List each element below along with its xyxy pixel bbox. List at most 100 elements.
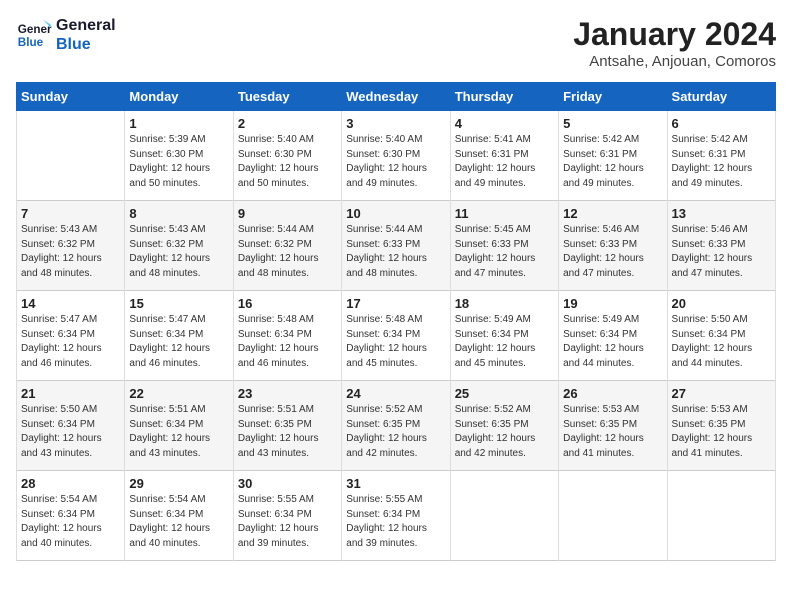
calendar-cell: 17 Sunrise: 5:48 AM Sunset: 6:34 PM Dayli… bbox=[342, 291, 450, 381]
day-info: Sunrise: 5:39 AM Sunset: 6:30 PM Dayligh… bbox=[129, 133, 228, 191]
day-info: Sunrise: 5:44 AM Sunset: 6:32 PM Dayligh… bbox=[238, 223, 337, 281]
day-number: 26 bbox=[563, 386, 662, 401]
calendar-cell: 6 Sunrise: 5:42 AM Sunset: 6:31 PM Daylig… bbox=[667, 111, 775, 201]
calendar-cell: 19Sunrise: 5:49 AM Sunset: 6:34 PM Dayli… bbox=[559, 291, 667, 381]
day-info: Sunrise: 5:42 AM Sunset: 6:31 PM Dayligh… bbox=[563, 133, 662, 191]
day-number: 11 bbox=[455, 206, 554, 221]
title-block: January 2024 Antsahe, Anjouan, Comoros bbox=[573, 16, 776, 70]
day-info: Sunrise: 5:54 AM Sunset: 6:34 PM Dayligh… bbox=[129, 493, 228, 551]
calendar-cell: 29 Sunrise: 5:54 AM Sunset: 6:34 PM Dayli… bbox=[125, 471, 233, 561]
day-number: 29 bbox=[129, 476, 228, 491]
day-info: Sunrise: 5:46 AM Sunset: 6:33 PM Dayligh… bbox=[563, 223, 662, 281]
calendar-cell: 20 Sunrise: 5:50 AM Sunset: 6:34 PM Dayli… bbox=[667, 291, 775, 381]
day-info: Sunrise: 5:51 AM Sunset: 6:35 PM Dayligh… bbox=[238, 403, 337, 461]
day-number: 30 bbox=[238, 476, 337, 491]
day-number: 17 bbox=[346, 296, 445, 311]
day-number: 8 bbox=[129, 206, 228, 221]
day-number: 31 bbox=[346, 476, 445, 491]
calendar-cell: 30 Sunrise: 5:55 AM Sunset: 6:34 PM Dayli… bbox=[233, 471, 341, 561]
day-info: Sunrise: 5:43 AM Sunset: 6:32 PM Dayligh… bbox=[21, 223, 120, 281]
calendar-subtitle: Antsahe, Anjouan, Comoros bbox=[573, 53, 776, 70]
header-tuesday: Tuesday bbox=[233, 83, 341, 111]
calendar-cell: 25 Sunrise: 5:52 AM Sunset: 6:35 PM Dayli… bbox=[450, 381, 558, 471]
calendar-cell: 24 Sunrise: 5:52 AM Sunset: 6:35 PM Dayli… bbox=[342, 381, 450, 471]
day-number: 21 bbox=[21, 386, 120, 401]
calendar-cell: 11Sunrise: 5:45 AM Sunset: 6:33 PM Dayli… bbox=[450, 201, 558, 291]
calendar-cell bbox=[559, 471, 667, 561]
day-info: Sunrise: 5:50 AM Sunset: 6:34 PM Dayligh… bbox=[21, 403, 120, 461]
week-row-3: 14 Sunrise: 5:47 AM Sunset: 6:34 PM Dayli… bbox=[17, 291, 776, 381]
day-info: Sunrise: 5:48 AM Sunset: 6:34 PM Dayligh… bbox=[238, 313, 337, 371]
logo-line1: General bbox=[56, 16, 116, 35]
svg-text:General: General bbox=[18, 23, 52, 36]
header-friday: Friday bbox=[559, 83, 667, 111]
day-info: Sunrise: 5:49 AM Sunset: 6:34 PM Dayligh… bbox=[563, 313, 662, 371]
day-number: 6 bbox=[672, 116, 771, 131]
day-number: 7 bbox=[21, 206, 120, 221]
day-number: 20 bbox=[672, 296, 771, 311]
day-number: 22 bbox=[129, 386, 228, 401]
calendar-cell: 3 Sunrise: 5:40 AM Sunset: 6:30 PM Daylig… bbox=[342, 111, 450, 201]
day-number: 27 bbox=[672, 386, 771, 401]
day-info: Sunrise: 5:40 AM Sunset: 6:30 PM Dayligh… bbox=[238, 133, 337, 191]
calendar-cell: 12 Sunrise: 5:46 AM Sunset: 6:33 PM Dayli… bbox=[559, 201, 667, 291]
calendar-title: January 2024 bbox=[573, 16, 776, 53]
calendar-cell: 13Sunrise: 5:46 AM Sunset: 6:33 PM Dayli… bbox=[667, 201, 775, 291]
calendar-cell: 1 Sunrise: 5:39 AM Sunset: 6:30 PM Daylig… bbox=[125, 111, 233, 201]
calendar-cell: 2Sunrise: 5:40 AM Sunset: 6:30 PM Daylig… bbox=[233, 111, 341, 201]
day-number: 14 bbox=[21, 296, 120, 311]
calendar-cell: 16 Sunrise: 5:48 AM Sunset: 6:34 PM Dayli… bbox=[233, 291, 341, 381]
day-number: 12 bbox=[563, 206, 662, 221]
calendar-header-row: SundayMondayTuesdayWednesdayThursdayFrid… bbox=[17, 83, 776, 111]
calendar-cell: 4Sunrise: 5:41 AM Sunset: 6:31 PM Daylig… bbox=[450, 111, 558, 201]
header-sunday: Sunday bbox=[17, 83, 125, 111]
day-number: 25 bbox=[455, 386, 554, 401]
day-number: 4 bbox=[455, 116, 554, 131]
day-number: 9 bbox=[238, 206, 337, 221]
day-info: Sunrise: 5:55 AM Sunset: 6:34 PM Dayligh… bbox=[238, 493, 337, 551]
day-info: Sunrise: 5:44 AM Sunset: 6:33 PM Dayligh… bbox=[346, 223, 445, 281]
day-number: 3 bbox=[346, 116, 445, 131]
day-number: 10 bbox=[346, 206, 445, 221]
calendar-cell: 31 Sunrise: 5:55 AM Sunset: 6:34 PM Dayli… bbox=[342, 471, 450, 561]
logo-line2: Blue bbox=[56, 35, 116, 54]
day-info: Sunrise: 5:42 AM Sunset: 6:31 PM Dayligh… bbox=[672, 133, 771, 191]
calendar-cell: 7 Sunrise: 5:43 AM Sunset: 6:32 PM Daylig… bbox=[17, 201, 125, 291]
day-info: Sunrise: 5:47 AM Sunset: 6:34 PM Dayligh… bbox=[21, 313, 120, 371]
day-number: 16 bbox=[238, 296, 337, 311]
logo: General Blue General Blue bbox=[16, 16, 116, 54]
calendar-cell: 10 Sunrise: 5:44 AM Sunset: 6:33 PM Dayli… bbox=[342, 201, 450, 291]
week-row-4: 21 Sunrise: 5:50 AM Sunset: 6:34 PM Dayli… bbox=[17, 381, 776, 471]
header-monday: Monday bbox=[125, 83, 233, 111]
calendar-cell: 21 Sunrise: 5:50 AM Sunset: 6:34 PM Dayli… bbox=[17, 381, 125, 471]
logo-icon: General Blue bbox=[16, 17, 52, 53]
day-info: Sunrise: 5:40 AM Sunset: 6:30 PM Dayligh… bbox=[346, 133, 445, 191]
header-thursday: Thursday bbox=[450, 83, 558, 111]
day-info: Sunrise: 5:50 AM Sunset: 6:34 PM Dayligh… bbox=[672, 313, 771, 371]
calendar-cell: 9 Sunrise: 5:44 AM Sunset: 6:32 PM Daylig… bbox=[233, 201, 341, 291]
header-wednesday: Wednesday bbox=[342, 83, 450, 111]
day-number: 5 bbox=[563, 116, 662, 131]
day-number: 15 bbox=[129, 296, 228, 311]
day-info: Sunrise: 5:55 AM Sunset: 6:34 PM Dayligh… bbox=[346, 493, 445, 551]
day-number: 18 bbox=[455, 296, 554, 311]
day-info: Sunrise: 5:48 AM Sunset: 6:34 PM Dayligh… bbox=[346, 313, 445, 371]
day-info: Sunrise: 5:43 AM Sunset: 6:32 PM Dayligh… bbox=[129, 223, 228, 281]
calendar-cell: 26Sunrise: 5:53 AM Sunset: 6:35 PM Dayli… bbox=[559, 381, 667, 471]
calendar-cell: 18Sunrise: 5:49 AM Sunset: 6:34 PM Dayli… bbox=[450, 291, 558, 381]
day-info: Sunrise: 5:47 AM Sunset: 6:34 PM Dayligh… bbox=[129, 313, 228, 371]
calendar-table: SundayMondayTuesdayWednesdayThursdayFrid… bbox=[16, 82, 776, 561]
calendar-cell: 8 Sunrise: 5:43 AM Sunset: 6:32 PM Daylig… bbox=[125, 201, 233, 291]
day-info: Sunrise: 5:52 AM Sunset: 6:35 PM Dayligh… bbox=[346, 403, 445, 461]
svg-text:Blue: Blue bbox=[18, 36, 44, 49]
day-info: Sunrise: 5:51 AM Sunset: 6:34 PM Dayligh… bbox=[129, 403, 228, 461]
calendar-cell: 15 Sunrise: 5:47 AM Sunset: 6:34 PM Dayli… bbox=[125, 291, 233, 381]
day-info: Sunrise: 5:52 AM Sunset: 6:35 PM Dayligh… bbox=[455, 403, 554, 461]
calendar-cell: 28Sunrise: 5:54 AM Sunset: 6:34 PM Dayli… bbox=[17, 471, 125, 561]
day-info: Sunrise: 5:53 AM Sunset: 6:35 PM Dayligh… bbox=[672, 403, 771, 461]
day-number: 1 bbox=[129, 116, 228, 131]
calendar-cell: 23Sunrise: 5:51 AM Sunset: 6:35 PM Dayli… bbox=[233, 381, 341, 471]
day-number: 24 bbox=[346, 386, 445, 401]
calendar-body: 1 Sunrise: 5:39 AM Sunset: 6:30 PM Daylig… bbox=[17, 111, 776, 561]
week-row-1: 1 Sunrise: 5:39 AM Sunset: 6:30 PM Daylig… bbox=[17, 111, 776, 201]
